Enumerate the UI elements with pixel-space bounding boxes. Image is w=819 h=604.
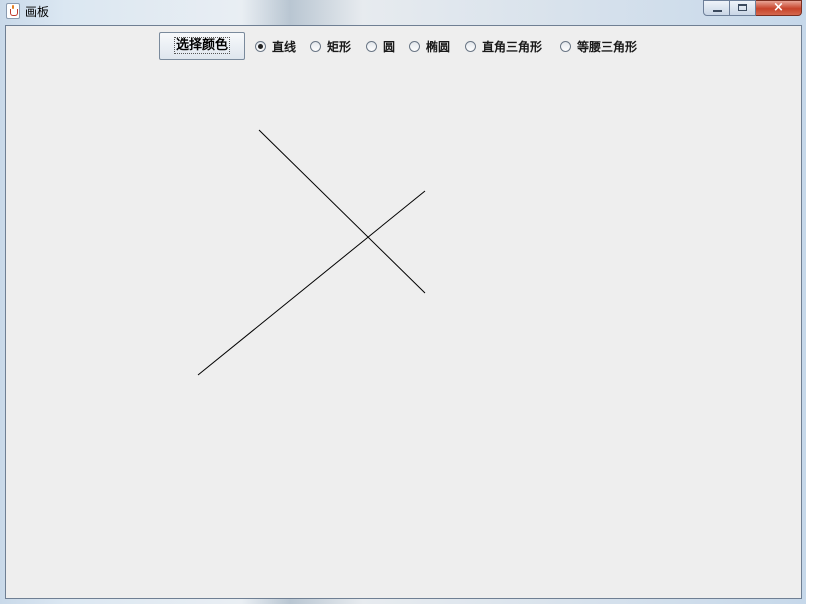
radio-label: 椭圆 <box>426 39 451 54</box>
maximize-button[interactable] <box>730 0 756 16</box>
shape-toolbar: 选择颜色 直线 矩形 圆 椭圆 直角三角形 等腰三角形 <box>6 32 801 60</box>
minimize-icon <box>713 10 722 12</box>
drawing-panel[interactable]: 选择颜色 直线 矩形 圆 椭圆 直角三角形 等腰三角形 <box>5 25 802 599</box>
radio-button-icon[interactable] <box>255 40 266 52</box>
java-app-icon <box>6 3 20 19</box>
radio-isosceles-triangle[interactable]: 等腰三角形 <box>560 38 637 54</box>
radio-button-icon[interactable] <box>560 40 571 52</box>
radio-circle[interactable]: 圆 <box>366 38 395 54</box>
choose-color-button[interactable]: 选择颜色 <box>159 32 245 60</box>
radio-label: 圆 <box>383 39 396 54</box>
radio-label: 直线 <box>272 39 297 54</box>
window-title: 画板 <box>25 5 50 19</box>
app-window: 画板 × 选择颜色 直线 矩形 圆 椭圆 直角三角形 等腰三角形 <box>0 0 806 604</box>
radio-rectangle[interactable]: 矩形 <box>310 38 351 54</box>
close-icon: × <box>773 0 784 15</box>
radio-button-icon[interactable] <box>409 40 420 52</box>
maximize-icon <box>738 4 747 11</box>
minimize-button[interactable] <box>703 0 730 16</box>
radio-button-icon[interactable] <box>366 40 377 52</box>
radio-button-icon[interactable] <box>310 40 321 52</box>
radio-button-icon[interactable] <box>465 40 476 52</box>
radio-ellipse[interactable]: 椭圆 <box>409 38 450 54</box>
radio-label: 矩形 <box>327 39 352 54</box>
close-button[interactable]: × <box>756 0 802 16</box>
radio-label: 等腰三角形 <box>577 39 638 54</box>
choose-color-label: 选择颜色 <box>173 37 231 54</box>
radio-right-triangle[interactable]: 直角三角形 <box>465 38 542 54</box>
drawing-canvas[interactable] <box>6 26 803 600</box>
radio-label: 直角三角形 <box>482 39 543 54</box>
radio-line[interactable]: 直线 <box>255 38 296 54</box>
window-controls: × <box>703 0 802 18</box>
drawn-line <box>197 190 426 376</box>
title-bar[interactable]: 画板 × <box>0 0 806 24</box>
